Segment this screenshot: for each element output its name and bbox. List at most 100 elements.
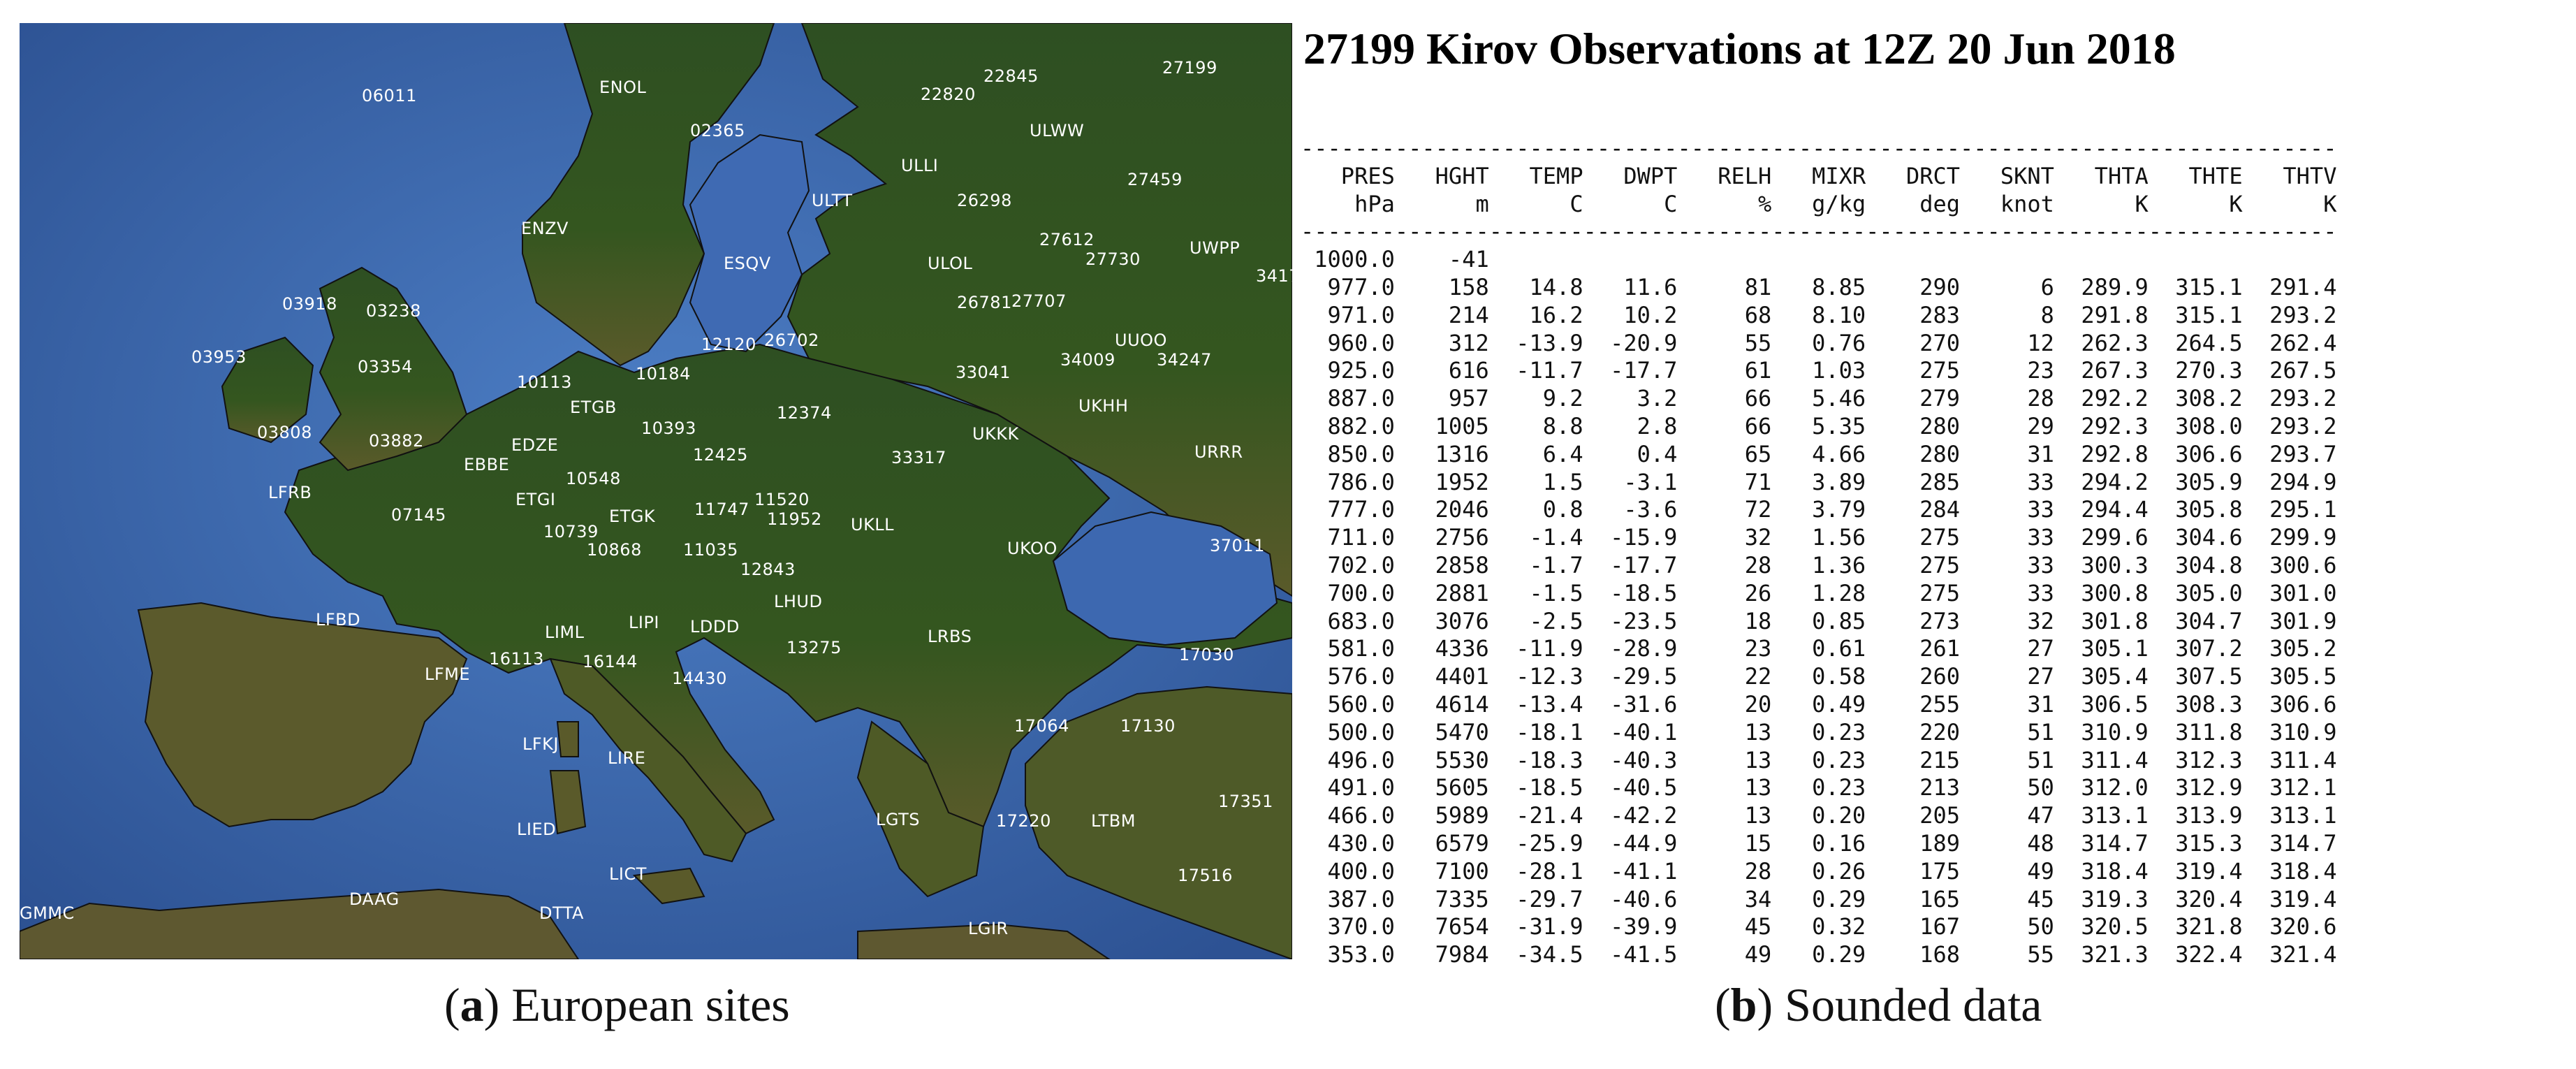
site-label: 22820 <box>921 85 976 104</box>
site-label: 03238 <box>366 301 421 321</box>
table-row: 977.0 158 14.8 11.6 81 8.85 290 6 289.9 … <box>1327 273 2337 300</box>
site-label: 27199 <box>1162 58 1217 78</box>
table-row: 925.0 616 -11.7 -17.7 61 1.03 275 23 267… <box>1327 357 2337 384</box>
site-label: LFRB <box>268 483 312 502</box>
table-divider: ----------------------------------------… <box>1301 218 2337 245</box>
site-label: ETGI <box>515 490 556 509</box>
site-label: 03354 <box>358 357 413 377</box>
site-label: UKOO <box>1007 539 1058 558</box>
table-header-names: PRES HGHT TEMP DWPT RELH MIXR DRCT SKNT … <box>1340 162 2337 189</box>
table-row: 777.0 2046 0.8 -3.6 72 3.79 284 33 294.4… <box>1327 496 2337 523</box>
table-row: 711.0 2756 -1.4 -15.9 32 1.56 275 33 299… <box>1327 524 2337 551</box>
site-label: LFBD <box>316 610 360 630</box>
site-label: 26702 <box>764 330 819 350</box>
site-label: ENZV <box>521 219 569 238</box>
caption-b-text: Sounded data <box>1785 978 2042 1031</box>
table-row: 683.0 3076 -2.5 -23.5 18 0.85 273 32 301… <box>1327 607 2337 634</box>
site-label: 12425 <box>693 445 748 465</box>
site-label: 34247 <box>1157 350 1212 370</box>
table-row: 887.0 957 9.2 3.2 66 5.46 279 28 292.2 3… <box>1327 385 2337 412</box>
site-label: 34172 <box>1256 266 1292 286</box>
site-label: 10393 <box>641 419 696 438</box>
table-row: 786.0 1952 1.5 -3.1 71 3.89 285 33 294.2… <box>1327 468 2337 495</box>
site-label: LGIR <box>968 919 1009 938</box>
site-label: LIED <box>517 820 556 839</box>
site-label: 03808 <box>257 423 312 442</box>
site-label: 33317 <box>891 448 946 467</box>
table-row: 400.0 7100 -28.1 -41.1 28 0.26 175 49 31… <box>1327 857 2337 885</box>
caption-b: (b) Sounded data <box>1715 978 2042 1031</box>
site-label: 17516 <box>1178 866 1233 885</box>
site-label: 27459 <box>1127 170 1183 189</box>
site-label: ULLI <box>901 156 938 175</box>
table-row: 560.0 4614 -13.4 -31.6 20 0.49 255 31 30… <box>1327 690 2337 718</box>
site-label: 27612 <box>1039 230 1095 249</box>
table-divider: ----------------------------------------… <box>1301 135 2337 161</box>
site-label: UKKK <box>972 424 1020 444</box>
caption-b-letter: b <box>1730 978 1757 1031</box>
table-row: 1000.0 -41 <box>1314 246 1489 273</box>
site-label: LHUD <box>774 592 822 611</box>
site-label: EDZE <box>511 435 558 455</box>
site-label: LGTS <box>876 810 920 829</box>
table-row: 581.0 4336 -11.9 -28.9 23 0.61 261 27 30… <box>1327 635 2337 662</box>
site-label: 27730 <box>1085 249 1141 269</box>
site-label: ETGB <box>570 398 617 417</box>
site-label: ESQV <box>724 254 771 273</box>
site-label: LIPI <box>629 613 659 632</box>
site-label: LIRE <box>608 748 645 768</box>
table-row: 960.0 312 -13.9 -20.9 55 0.76 270 12 262… <box>1327 329 2337 356</box>
site-label: 37011 <box>1210 536 1265 555</box>
table-row: 700.0 2881 -1.5 -18.5 26 1.28 275 33 300… <box>1327 579 2337 606</box>
site-label: 11952 <box>767 509 822 529</box>
site-label: 10739 <box>543 522 599 541</box>
site-label: 26781 <box>957 293 1012 312</box>
site-label: EBBE <box>464 455 509 474</box>
table-row: 576.0 4401 -12.3 -29.5 22 0.58 260 27 30… <box>1327 663 2337 690</box>
site-label: LIML <box>545 623 585 642</box>
site-label: DAAG <box>349 889 400 909</box>
sounding-table: ----------------------------------------… <box>1301 135 2336 969</box>
site-label: LRBS <box>928 627 972 646</box>
table-row: 353.0 7984 -34.5 -41.5 49 0.29 168 55 32… <box>1327 941 2337 968</box>
map-image: 06011 ENOL 22820 22845 27199 02365 ULWW ULLI 274… <box>20 23 1292 959</box>
site-label: 02365 <box>690 121 745 140</box>
site-label: UKLL <box>851 515 894 534</box>
site-label: LDDD <box>690 617 740 637</box>
site-label: ULWW <box>1030 121 1084 140</box>
site-label: ULTT <box>812 191 853 210</box>
site-label: LICT <box>609 864 647 884</box>
site-label: 26298 <box>957 191 1012 210</box>
site-label: 10868 <box>587 540 642 560</box>
site-label: 16144 <box>583 652 638 671</box>
site-label: 10113 <box>517 372 572 392</box>
table-row: 882.0 1005 8.8 2.8 66 5.35 280 29 292.3 … <box>1327 412 2337 439</box>
site-label: 17220 <box>996 811 1051 831</box>
table-row: 971.0 214 16.2 10.2 68 8.10 283 8 291.8 … <box>1327 301 2337 328</box>
site-label: 11520 <box>754 490 810 509</box>
site-label: 14430 <box>672 669 727 688</box>
observation-title: 27199 Kirov Observations at 12Z 20 Jun 2… <box>1303 24 2176 73</box>
table-row: 370.0 7654 -31.9 -39.9 45 0.32 167 50 32… <box>1327 913 2337 940</box>
site-label: 11747 <box>694 500 749 519</box>
table-row: 466.0 5989 -21.4 -42.2 13 0.20 205 47 31… <box>1327 802 2337 829</box>
land-corsica <box>556 721 579 757</box>
caption-a: (a) European sites <box>444 978 790 1031</box>
site-label: 16113 <box>489 649 544 669</box>
site-label: 03882 <box>369 431 424 451</box>
site-label: ULOL <box>928 254 972 273</box>
site-label: 03953 <box>191 347 247 367</box>
site-label: ETGK <box>609 507 656 526</box>
site-label: 12120 <box>701 335 756 354</box>
site-label: 17030 <box>1179 645 1234 664</box>
site-label: ENOL <box>599 78 647 97</box>
table-row: 500.0 5470 -18.1 -40.1 13 0.23 220 51 31… <box>1327 718 2337 746</box>
site-label: 17351 <box>1218 792 1273 811</box>
site-label: UKHH <box>1078 396 1128 416</box>
site-label: 17130 <box>1120 716 1176 736</box>
site-label: 06011 <box>362 86 417 106</box>
site-label: 27707 <box>1011 291 1067 311</box>
caption-a-letter: a <box>460 978 484 1031</box>
table-row: 850.0 1316 6.4 0.4 65 4.66 280 31 292.8 … <box>1327 440 2337 467</box>
site-label: 12843 <box>740 560 796 579</box>
